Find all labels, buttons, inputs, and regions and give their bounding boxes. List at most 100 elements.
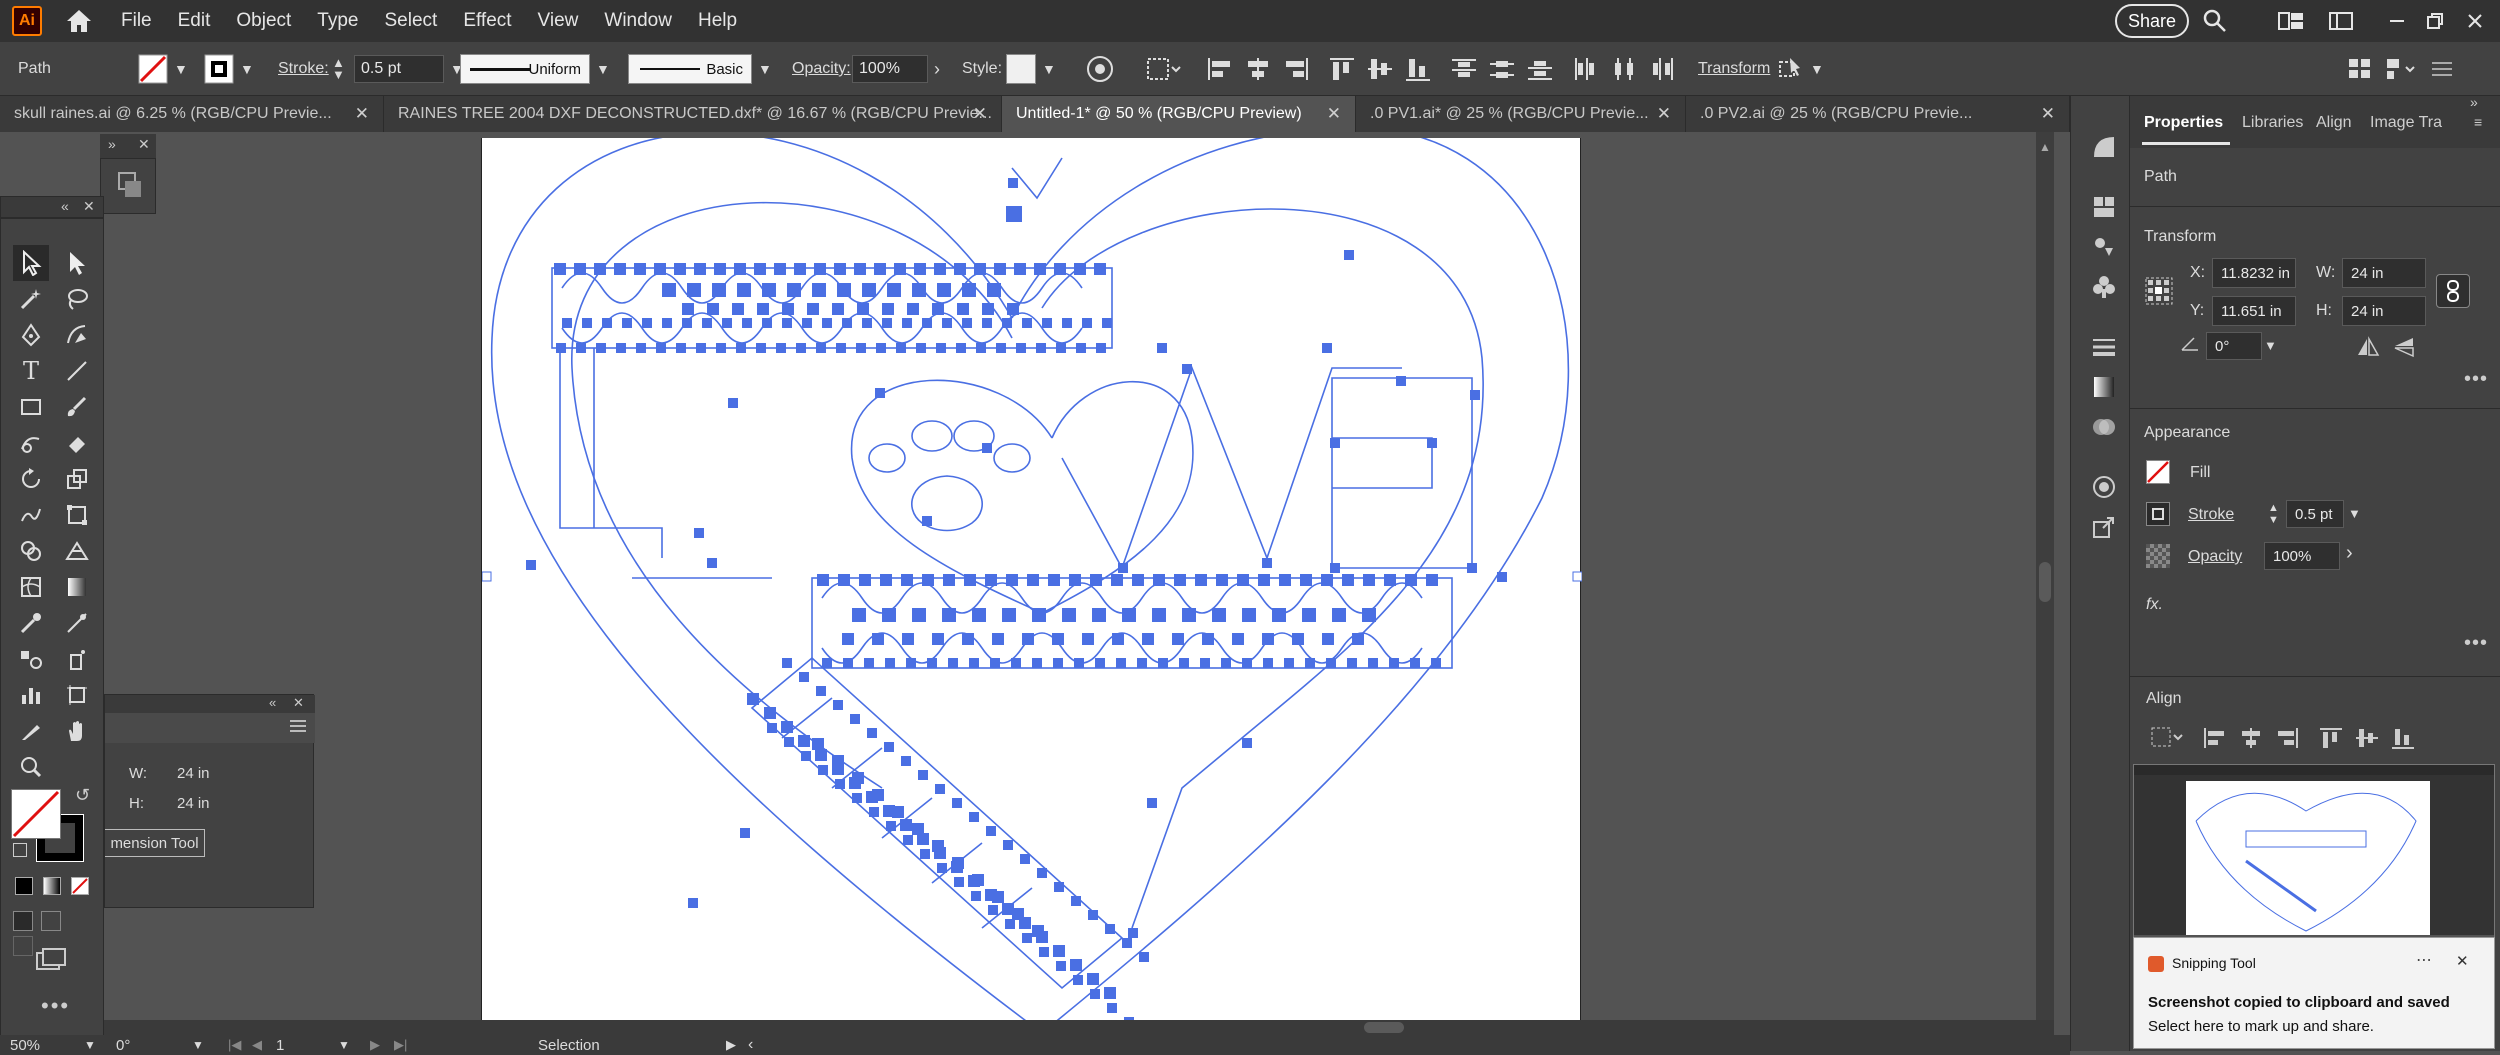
shape-builder-tool-icon[interactable] bbox=[13, 533, 49, 569]
perspective-grid-tool-icon[interactable] bbox=[59, 533, 95, 569]
align-left-icon[interactable] bbox=[1206, 56, 1234, 82]
appearance-panel-icon[interactable] bbox=[2091, 474, 2117, 505]
selection-tool-icon[interactable] bbox=[13, 245, 49, 281]
flip-horizontal-icon[interactable] bbox=[2356, 336, 2380, 363]
next-artboard-icon[interactable]: ▶ bbox=[370, 1035, 380, 1055]
curvature-tool-icon[interactable] bbox=[59, 317, 95, 353]
stroke-label[interactable]: Stroke: bbox=[278, 42, 329, 96]
eyedropper-tool-icon[interactable] bbox=[13, 605, 49, 641]
rotate-tool-icon[interactable] bbox=[13, 461, 49, 497]
align-to-icon[interactable] bbox=[1146, 42, 1182, 96]
close-tab-icon[interactable]: ✕ bbox=[973, 104, 987, 124]
arrange-documents-icon[interactable] bbox=[2326, 6, 2356, 36]
stroke-label[interactable]: Stroke bbox=[2188, 506, 2234, 524]
tab-libraries[interactable]: Libraries bbox=[2242, 114, 2303, 132]
direct-selection-tool-icon[interactable] bbox=[59, 245, 95, 281]
constrain-proportions-button[interactable] bbox=[2436, 274, 2470, 308]
chevron-down-icon[interactable]: ▼ bbox=[758, 61, 772, 77]
rectangle-tool-icon[interactable] bbox=[13, 389, 49, 425]
slice-tool-icon[interactable] bbox=[13, 713, 49, 749]
zoom-tool-icon[interactable] bbox=[13, 749, 49, 785]
paintbrush-tool-icon[interactable] bbox=[59, 389, 95, 425]
club-symbol-icon[interactable] bbox=[2091, 274, 2117, 305]
gradient-mode-icon[interactable] bbox=[43, 877, 61, 895]
last-artboard-icon[interactable]: ▶| bbox=[394, 1035, 407, 1055]
graphic-style-swatch[interactable] bbox=[1006, 54, 1036, 84]
stepper-arrows-icon[interactable]: ▲ ▼ bbox=[2268, 502, 2279, 526]
fill-swatch[interactable] bbox=[2146, 460, 2170, 484]
align-top-icon[interactable] bbox=[1328, 56, 1356, 82]
align-horizontal-center-icon[interactable] bbox=[2238, 726, 2264, 755]
stroke-weight-input[interactable]: 0.5 pt bbox=[2286, 500, 2344, 528]
more-options-icon[interactable]: ⋯ bbox=[2416, 950, 2432, 970]
free-transform-tool-icon[interactable] bbox=[59, 497, 95, 533]
collapse-icon[interactable]: « bbox=[269, 695, 276, 710]
stepper-arrows-icon[interactable]: ▲ ▼ bbox=[332, 56, 345, 81]
stroke-panel-icon[interactable] bbox=[2091, 334, 2117, 365]
selected-artwork[interactable] bbox=[481, 132, 1583, 1035]
libraries-panel-icon[interactable] bbox=[2091, 194, 2117, 225]
menu-help[interactable]: Help bbox=[685, 0, 750, 42]
none-mode-icon[interactable] bbox=[71, 877, 89, 895]
fill-color-swatch-front[interactable] bbox=[11, 789, 61, 839]
properties-panel-icon[interactable] bbox=[2091, 134, 2117, 165]
y-input[interactable]: 11.651 in bbox=[2212, 296, 2296, 326]
close-tab-icon[interactable]: ✕ bbox=[355, 104, 369, 124]
horizontal-scroll-thumb[interactable] bbox=[1364, 1022, 1404, 1033]
reference-point-icon[interactable] bbox=[2144, 276, 2174, 311]
panel-menu-icon[interactable] bbox=[289, 719, 307, 738]
align-bottom-icon[interactable] bbox=[1404, 56, 1432, 82]
arrange-icon[interactable] bbox=[2346, 56, 2374, 82]
chevron-down-icon[interactable]: ▼ bbox=[192, 1035, 204, 1055]
hand-tool-icon[interactable] bbox=[59, 713, 95, 749]
export-panel-icon[interactable] bbox=[2091, 514, 2117, 545]
stroke-weight-input[interactable]: 0.5 pt bbox=[354, 55, 444, 83]
tab-properties[interactable]: Properties bbox=[2144, 114, 2223, 132]
collapse-panel-icon[interactable]: » bbox=[2470, 94, 2478, 110]
tab-raines-tree[interactable]: RAINES TREE 2004 DXF DECONSTRUCTED.dxf* … bbox=[384, 96, 1002, 132]
align-right-icon[interactable] bbox=[2274, 726, 2300, 755]
eraser-tool-icon[interactable] bbox=[59, 425, 95, 461]
gradient-tool-icon[interactable] bbox=[59, 569, 95, 605]
transform-link[interactable]: Transform bbox=[1698, 42, 1770, 96]
type-tool-icon[interactable]: T bbox=[13, 353, 49, 389]
distribute-top-icon[interactable] bbox=[1450, 56, 1478, 82]
tab-pv1[interactable]: .0 PV1.ai* @ 25 % (RGB/CPU Previe... ✕ bbox=[1356, 96, 1686, 132]
more-options-icon[interactable]: ••• bbox=[2464, 632, 2488, 655]
scale-tool-icon[interactable] bbox=[59, 461, 95, 497]
stroke-weight-stepper[interactable]: ▲ ▼ bbox=[332, 42, 345, 96]
scroll-left-icon[interactable]: ‹ bbox=[748, 1035, 753, 1055]
vertical-scroll-thumb[interactable] bbox=[2039, 562, 2051, 602]
lasso-tool-icon[interactable] bbox=[59, 281, 95, 317]
close-tab-icon[interactable]: ✕ bbox=[2041, 104, 2055, 124]
line-segment-tool-icon[interactable] bbox=[59, 353, 95, 389]
swap-colors-icon[interactable]: ↺ bbox=[75, 785, 90, 806]
brush-definition[interactable]: Basic bbox=[628, 54, 752, 84]
canvas-area[interactable]: ▲ bbox=[104, 132, 2054, 1035]
close-icon[interactable] bbox=[2460, 6, 2490, 36]
restore-icon[interactable] bbox=[2420, 6, 2450, 36]
zoom-level[interactable]: 50% bbox=[10, 1035, 40, 1055]
float-w-value[interactable]: 24 in bbox=[177, 765, 210, 782]
warp-tool-icon[interactable] bbox=[13, 497, 49, 533]
measure-tool-icon[interactable] bbox=[59, 605, 95, 641]
opacity-label[interactable]: Opacity bbox=[2188, 548, 2242, 566]
panel-menu-icon[interactable] bbox=[2428, 56, 2456, 82]
default-colors-icon[interactable] bbox=[13, 843, 27, 857]
align-to-icon[interactable] bbox=[2150, 726, 2186, 755]
chevron-down-icon[interactable]: ▼ bbox=[174, 61, 188, 77]
align-vertical-center-icon[interactable] bbox=[2354, 726, 2380, 755]
chevron-down-icon[interactable]: ▼ bbox=[2348, 506, 2361, 521]
pathfinder-icon[interactable] bbox=[2384, 56, 2415, 82]
distribute-bottom-icon[interactable] bbox=[1526, 56, 1554, 82]
chevron-right-icon[interactable]: › bbox=[2346, 542, 2353, 565]
draw-normal-icon[interactable] bbox=[13, 911, 33, 931]
panel-menu-icon[interactable]: ≡ bbox=[2474, 114, 2482, 130]
chevron-down-icon[interactable]: ▼ bbox=[1810, 61, 1824, 77]
menu-edit[interactable]: Edit bbox=[165, 0, 224, 42]
close-icon[interactable]: ✕ bbox=[83, 198, 95, 215]
blend-tool-icon[interactable] bbox=[13, 641, 49, 677]
close-tab-icon[interactable]: ✕ bbox=[1327, 104, 1341, 124]
edit-toolbar-icon[interactable]: ••• bbox=[41, 993, 70, 1019]
scroll-up-icon[interactable]: ▲ bbox=[2039, 140, 2051, 154]
